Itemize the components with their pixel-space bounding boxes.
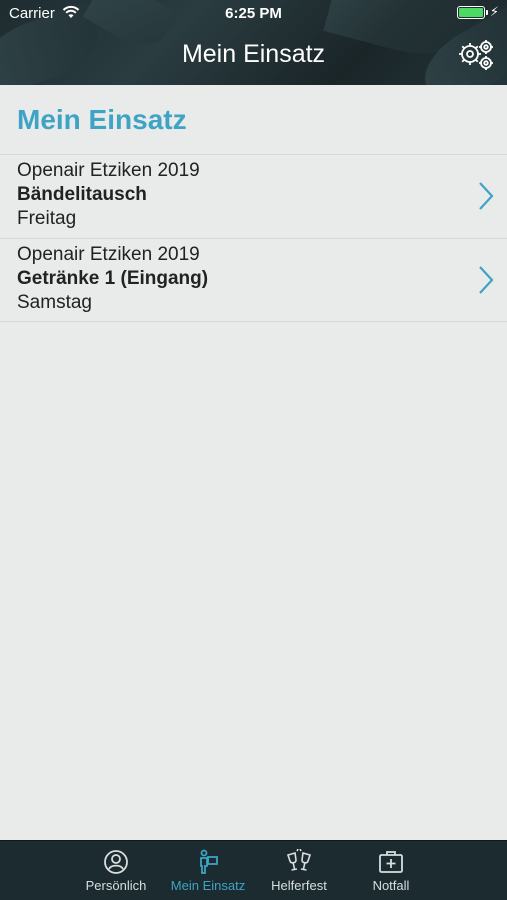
tab-notfall[interactable]: Notfall: [341, 841, 441, 900]
task-name: Getränke 1 (Eingang): [17, 268, 209, 289]
gears-icon[interactable]: [457, 38, 495, 72]
cheers-icon: [286, 849, 312, 871]
charging-bolt-icon: ⚡: [489, 4, 499, 19]
worker-icon: [200, 849, 218, 874]
tab-mein-einsatz[interactable]: Mein Einsatz: [158, 841, 258, 900]
tab-label: Mein Einsatz: [170, 878, 246, 893]
tab-helferfest[interactable]: Helferfest: [249, 841, 349, 900]
tab-bar: Persönlich Mein Einsatz Helferfest Notfa…: [0, 840, 507, 900]
status-time: 6:25 PM: [225, 5, 282, 22]
first-aid-icon: [379, 851, 403, 873]
task-day: Samstag: [17, 292, 92, 313]
event-name: Openair Etziken 2019: [17, 244, 200, 265]
tab-label: Notfall: [372, 878, 410, 893]
assignment-list: Openair Etziken 2019 Bändelitausch Freit…: [0, 154, 507, 322]
nav-title: Mein Einsatz: [181, 40, 326, 68]
header: Carrier 6:25 PM ⚡ Mein Einsatz: [0, 0, 507, 85]
tab-label: Helferfest: [271, 878, 327, 893]
page-title: Mein Einsatz: [17, 104, 187, 135]
status-bar: Carrier 6:25 PM ⚡: [0, 0, 507, 28]
chevron-right-icon: [479, 182, 494, 210]
tab-label: Persönlich: [85, 878, 147, 893]
task-name: Bändelitausch: [17, 184, 147, 205]
tab-persoenlich[interactable]: Persönlich: [66, 841, 166, 900]
list-item[interactable]: Openair Etziken 2019 Bändelitausch Freit…: [0, 154, 507, 238]
event-name: Openair Etziken 2019: [17, 160, 200, 181]
list-item[interactable]: Openair Etziken 2019 Getränke 1 (Eingang…: [0, 238, 507, 322]
person-icon: [104, 850, 128, 874]
task-day: Freitag: [17, 208, 77, 229]
battery-icon: [457, 6, 488, 19]
chevron-right-icon: [479, 266, 494, 294]
